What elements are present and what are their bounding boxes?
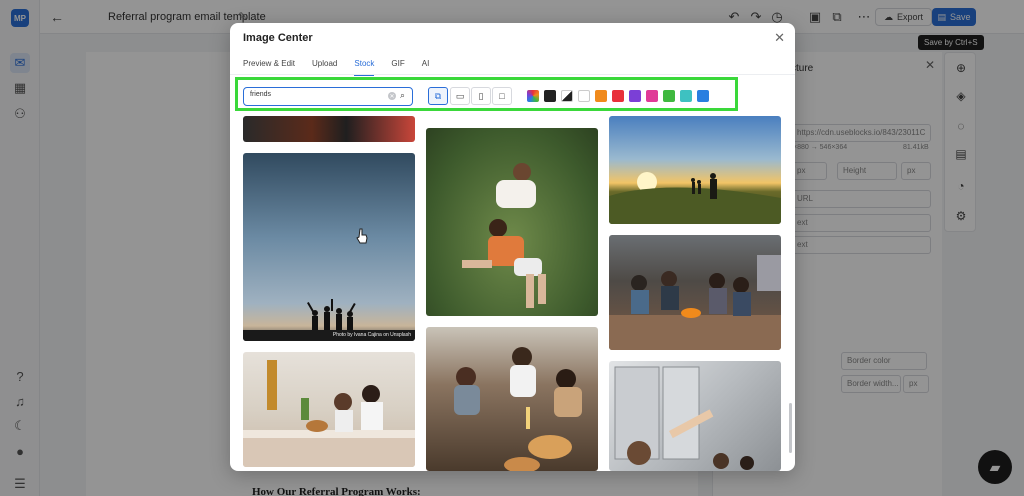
silhouettes-graphic: [243, 299, 415, 341]
all-orientations-icon[interactable]: ⧉: [428, 87, 448, 105]
hand-cursor-icon: [356, 228, 368, 244]
color-filter-orange[interactable]: [595, 90, 607, 102]
campfire-graphic: [609, 255, 781, 350]
color-filter-pink[interactable]: [646, 90, 658, 102]
stock-image[interactable]: [609, 361, 781, 471]
landscape-icon[interactable]: ▭: [450, 87, 470, 105]
color-filter-black-white[interactable]: [561, 90, 573, 102]
window-friends-graphic: [614, 366, 754, 470]
stock-image[interactable]: Photo by Ivana Cajina on Unsplash: [243, 153, 415, 341]
image-center-modal: Image Center ✕ Preview & Edit Upload Sto…: [230, 23, 795, 471]
color-filter-green[interactable]: [663, 90, 675, 102]
stock-image[interactable]: [426, 327, 598, 471]
color-filter-white[interactable]: [578, 90, 590, 102]
hill-sunset-graphic: [609, 172, 781, 224]
stock-image[interactable]: [609, 116, 781, 224]
modal-scrollbar[interactable]: [789, 403, 792, 453]
color-filter-red[interactable]: [612, 90, 624, 102]
stock-image[interactable]: [426, 128, 598, 316]
stock-image[interactable]: [609, 235, 781, 350]
modal-title: Image Center: [243, 32, 313, 44]
bedroom-graphic: [243, 360, 415, 467]
color-filter-black[interactable]: [544, 90, 556, 102]
party-graphic: [454, 347, 582, 471]
stock-image[interactable]: [243, 352, 415, 467]
color-filter-teal[interactable]: [680, 90, 692, 102]
square-icon[interactable]: □: [492, 87, 512, 105]
close-icon[interactable]: ✕: [774, 30, 785, 46]
color-filter-rainbow[interactable]: [527, 90, 539, 102]
color-filter-purple[interactable]: [629, 90, 641, 102]
portrait-icon[interactable]: ▯: [471, 87, 491, 105]
search-icon[interactable]: ⌕: [400, 90, 405, 101]
couple-grass-graphic: [462, 163, 546, 308]
stock-image[interactable]: [243, 116, 415, 142]
color-filter-blue[interactable]: [697, 90, 709, 102]
tabs-divider: [230, 74, 795, 75]
clear-search-icon[interactable]: ✕: [388, 92, 396, 100]
photo-credit: Photo by Ivana Cajina on Unsplash: [332, 332, 411, 338]
